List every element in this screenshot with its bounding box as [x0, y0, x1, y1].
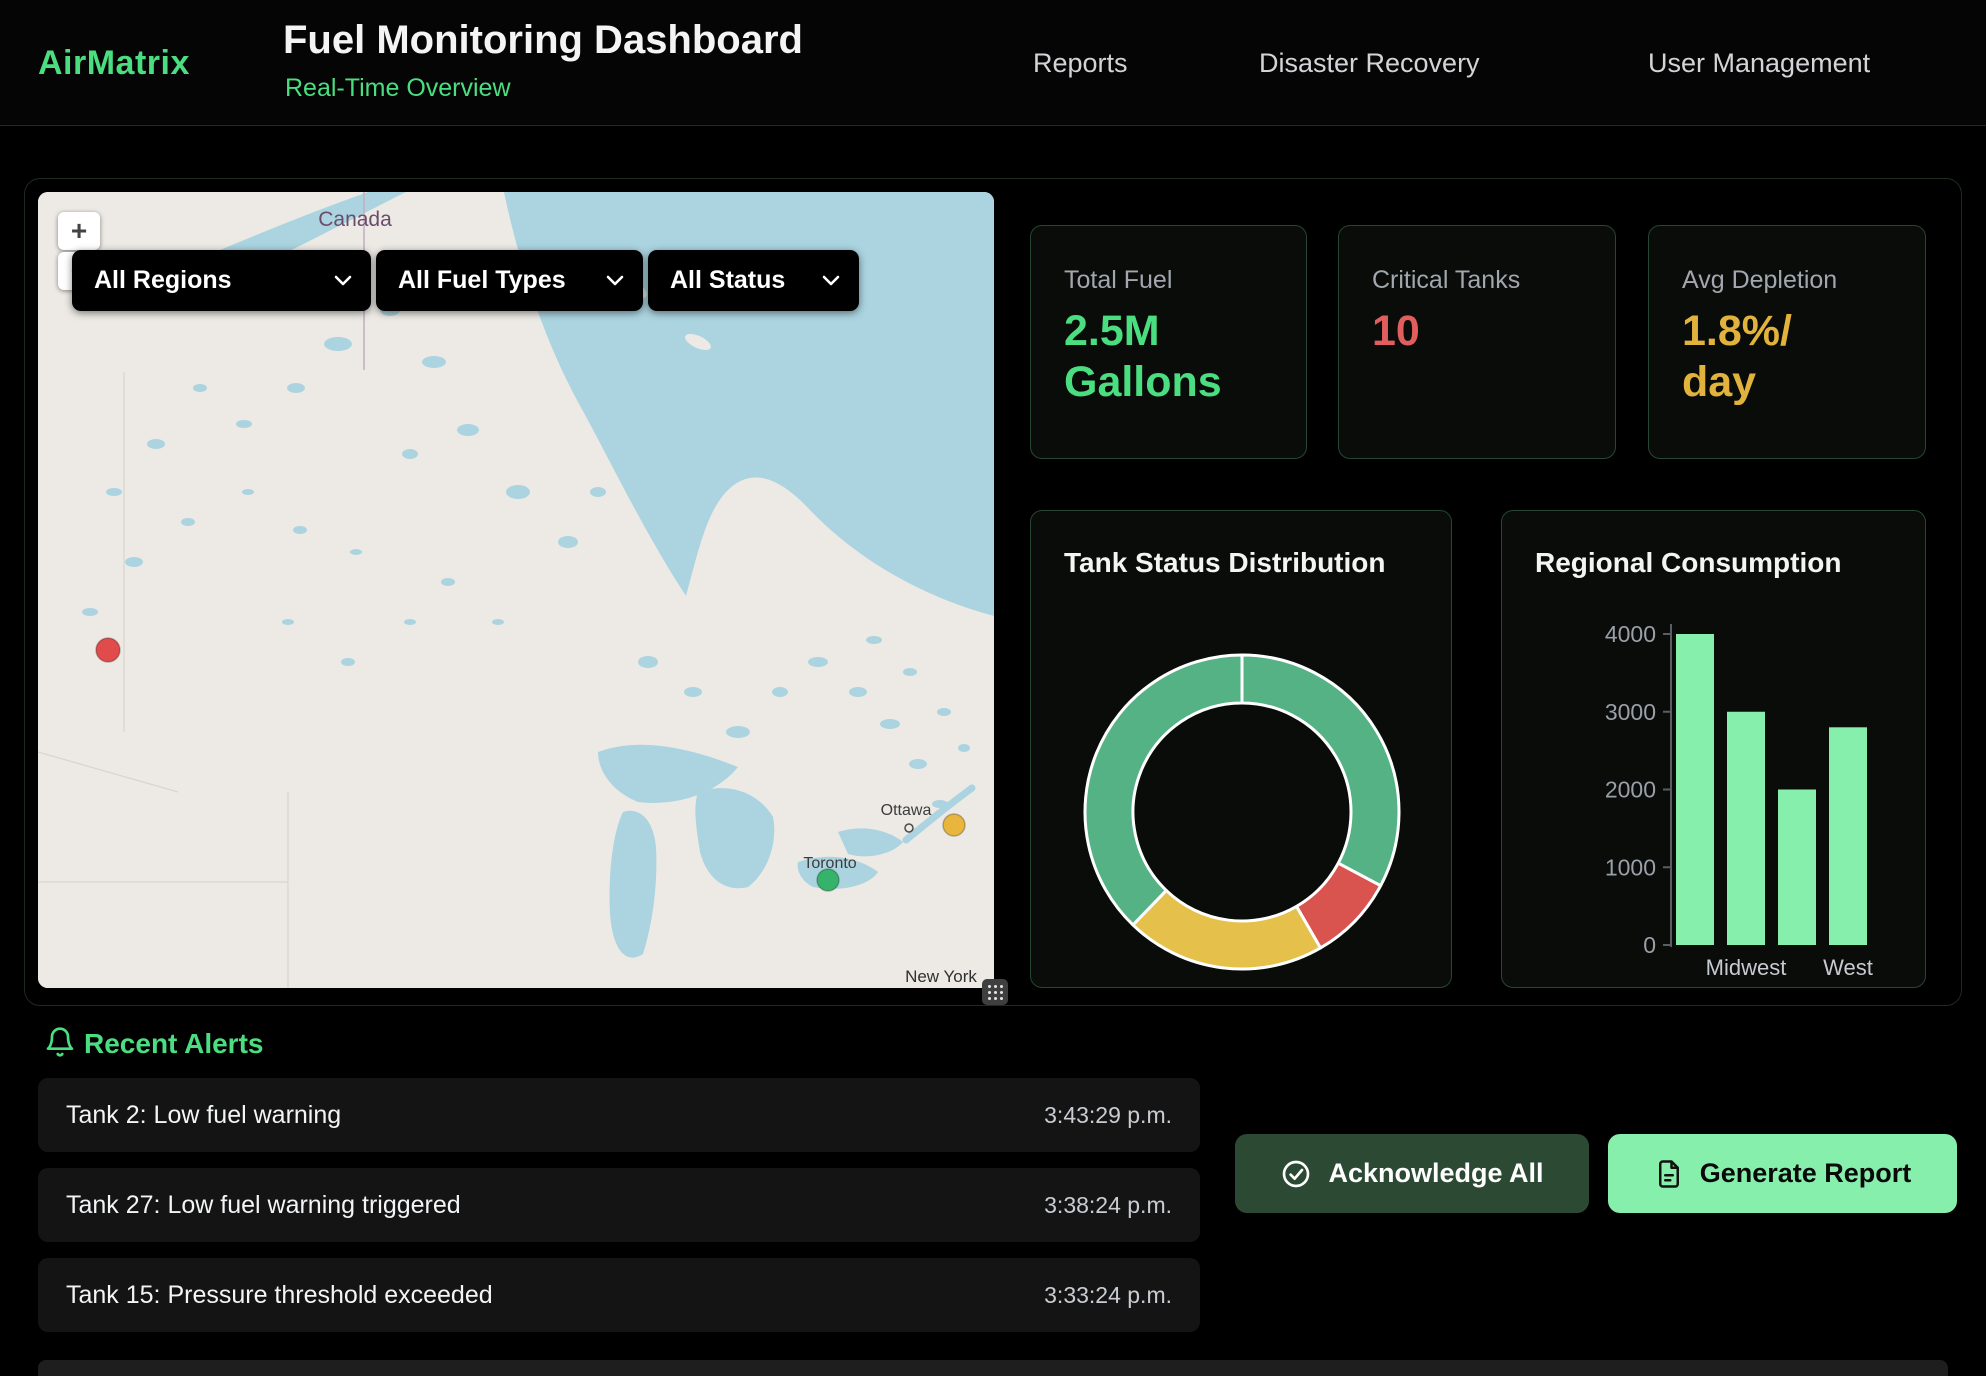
bar-chart: 0 1000 2000 3000 4000 Midwest West: [1502, 511, 1927, 989]
bell-icon: [44, 1026, 76, 1058]
y-axis-tick-label: 3000: [1605, 699, 1656, 725]
stat-value: 10: [1372, 306, 1420, 357]
map-label-bottom: New York: [905, 967, 977, 986]
capital-dot-icon: [905, 824, 913, 832]
bar-northeast: [1676, 634, 1714, 945]
y-axis-tick-label: 4000: [1605, 621, 1656, 647]
alert-timestamp: 3:33:24 p.m.: [1044, 1282, 1172, 1309]
y-axis-tick-label: 1000: [1605, 854, 1656, 880]
alert-message: Tank 27: Low fuel warning triggered: [66, 1191, 461, 1220]
y-axis-tick-label: 2000: [1605, 777, 1656, 803]
file-text-icon: [1654, 1159, 1684, 1189]
check-circle-icon: [1280, 1158, 1312, 1190]
donut-segment-warning: [1133, 890, 1321, 969]
nav-user-management[interactable]: User Management: [1648, 48, 1870, 79]
bar-south: [1778, 790, 1816, 946]
alert-timestamp: 3:38:24 p.m.: [1044, 1192, 1172, 1219]
stat-card-critical-tanks: Critical Tanks 10: [1338, 225, 1616, 459]
drag-dots-icon[interactable]: [982, 979, 1008, 1005]
generate-report-button[interactable]: Generate Report: [1608, 1134, 1957, 1213]
stat-card-total-fuel: Total Fuel 2.5M Gallons: [1030, 225, 1307, 459]
bar-midwest: [1727, 712, 1765, 945]
regions-dropdown-value: All Regions: [94, 266, 232, 295]
acknowledge-all-label: Acknowledge All: [1328, 1158, 1543, 1189]
map-canvas[interactable]: Canada Ottawa Toronto New York: [38, 192, 994, 988]
stat-label: Avg Depletion: [1682, 266, 1837, 295]
y-axis-tick-label: 0: [1643, 932, 1656, 958]
fuel-types-dropdown-value: All Fuel Types: [398, 266, 566, 295]
donut-segment-normal: [1085, 655, 1242, 925]
regions-dropdown[interactable]: All Regions: [72, 250, 371, 311]
chevron-down-icon: [333, 274, 353, 287]
alert-row[interactable]: Tank 2: Low fuel warning 3:43:29 p.m.: [38, 1078, 1200, 1152]
generate-report-label: Generate Report: [1700, 1158, 1912, 1189]
brand-logo[interactable]: AirMatrix: [38, 44, 190, 83]
donut-segment-normal: [1242, 655, 1399, 886]
header: AirMatrix Fuel Monitoring Dashboard Real…: [0, 0, 1986, 126]
chevron-down-icon: [605, 274, 625, 287]
alert-message: Tank 2: Low fuel warning: [66, 1101, 341, 1130]
stat-card-avg-depletion: Avg Depletion 1.8%/ day: [1648, 225, 1926, 459]
alert-timestamp: 3:43:29 p.m.: [1044, 1102, 1172, 1129]
warning-tank-marker[interactable]: [943, 814, 965, 836]
status-dropdown-value: All Status: [670, 266, 785, 295]
donut-chart: [1031, 511, 1453, 989]
stat-value: 1.8%/ day: [1682, 306, 1792, 407]
x-axis-tick-label: West: [1823, 955, 1873, 980]
fuel-types-dropdown[interactable]: All Fuel Types: [376, 250, 643, 311]
alert-row[interactable]: Tank 27: Low fuel warning triggered 3:38…: [38, 1168, 1200, 1242]
normal-tank-marker[interactable]: [817, 869, 839, 891]
acknowledge-all-button[interactable]: Acknowledge All: [1235, 1134, 1589, 1213]
map-svg: Canada Ottawa Toronto New York: [38, 192, 994, 988]
status-dropdown[interactable]: All Status: [648, 250, 859, 311]
stat-value: 2.5M Gallons: [1064, 306, 1222, 407]
critical-tank-marker[interactable]: [96, 638, 120, 662]
nav-reports[interactable]: Reports: [1033, 48, 1128, 79]
map-zoom-in-button[interactable]: +: [58, 212, 100, 250]
dashboard: AirMatrix Fuel Monitoring Dashboard Real…: [0, 0, 1986, 1376]
bar-west: [1829, 727, 1867, 945]
map-label-country: Canada: [318, 208, 392, 231]
bottom-scrollbar: [38, 1360, 1948, 1376]
page-subtitle: Real-Time Overview: [285, 74, 511, 103]
stat-label: Critical Tanks: [1372, 266, 1520, 295]
tank-status-distribution-card: Tank Status Distribution: [1030, 510, 1452, 988]
map-filters: All Regions All Fuel Types All Status: [72, 250, 859, 311]
alert-message: Tank 15: Pressure threshold exceeded: [66, 1281, 493, 1310]
x-axis-tick-label: Midwest: [1706, 955, 1787, 980]
alert-row[interactable]: Tank 15: Pressure threshold exceeded 3:3…: [38, 1258, 1200, 1332]
stat-label: Total Fuel: [1064, 266, 1172, 295]
alerts-section-title: Recent Alerts: [84, 1028, 263, 1060]
page-title: Fuel Monitoring Dashboard: [283, 18, 803, 63]
regional-consumption-card: Regional Consumption 01000200030004000Mi…: [1501, 510, 1926, 988]
nav-disaster-recovery[interactable]: Disaster Recovery: [1259, 48, 1480, 79]
fuel-map[interactable]: Canada Ottawa Toronto New York + − All R…: [38, 192, 994, 988]
chevron-down-icon: [821, 274, 841, 287]
map-label-capital: Ottawa: [881, 802, 932, 819]
